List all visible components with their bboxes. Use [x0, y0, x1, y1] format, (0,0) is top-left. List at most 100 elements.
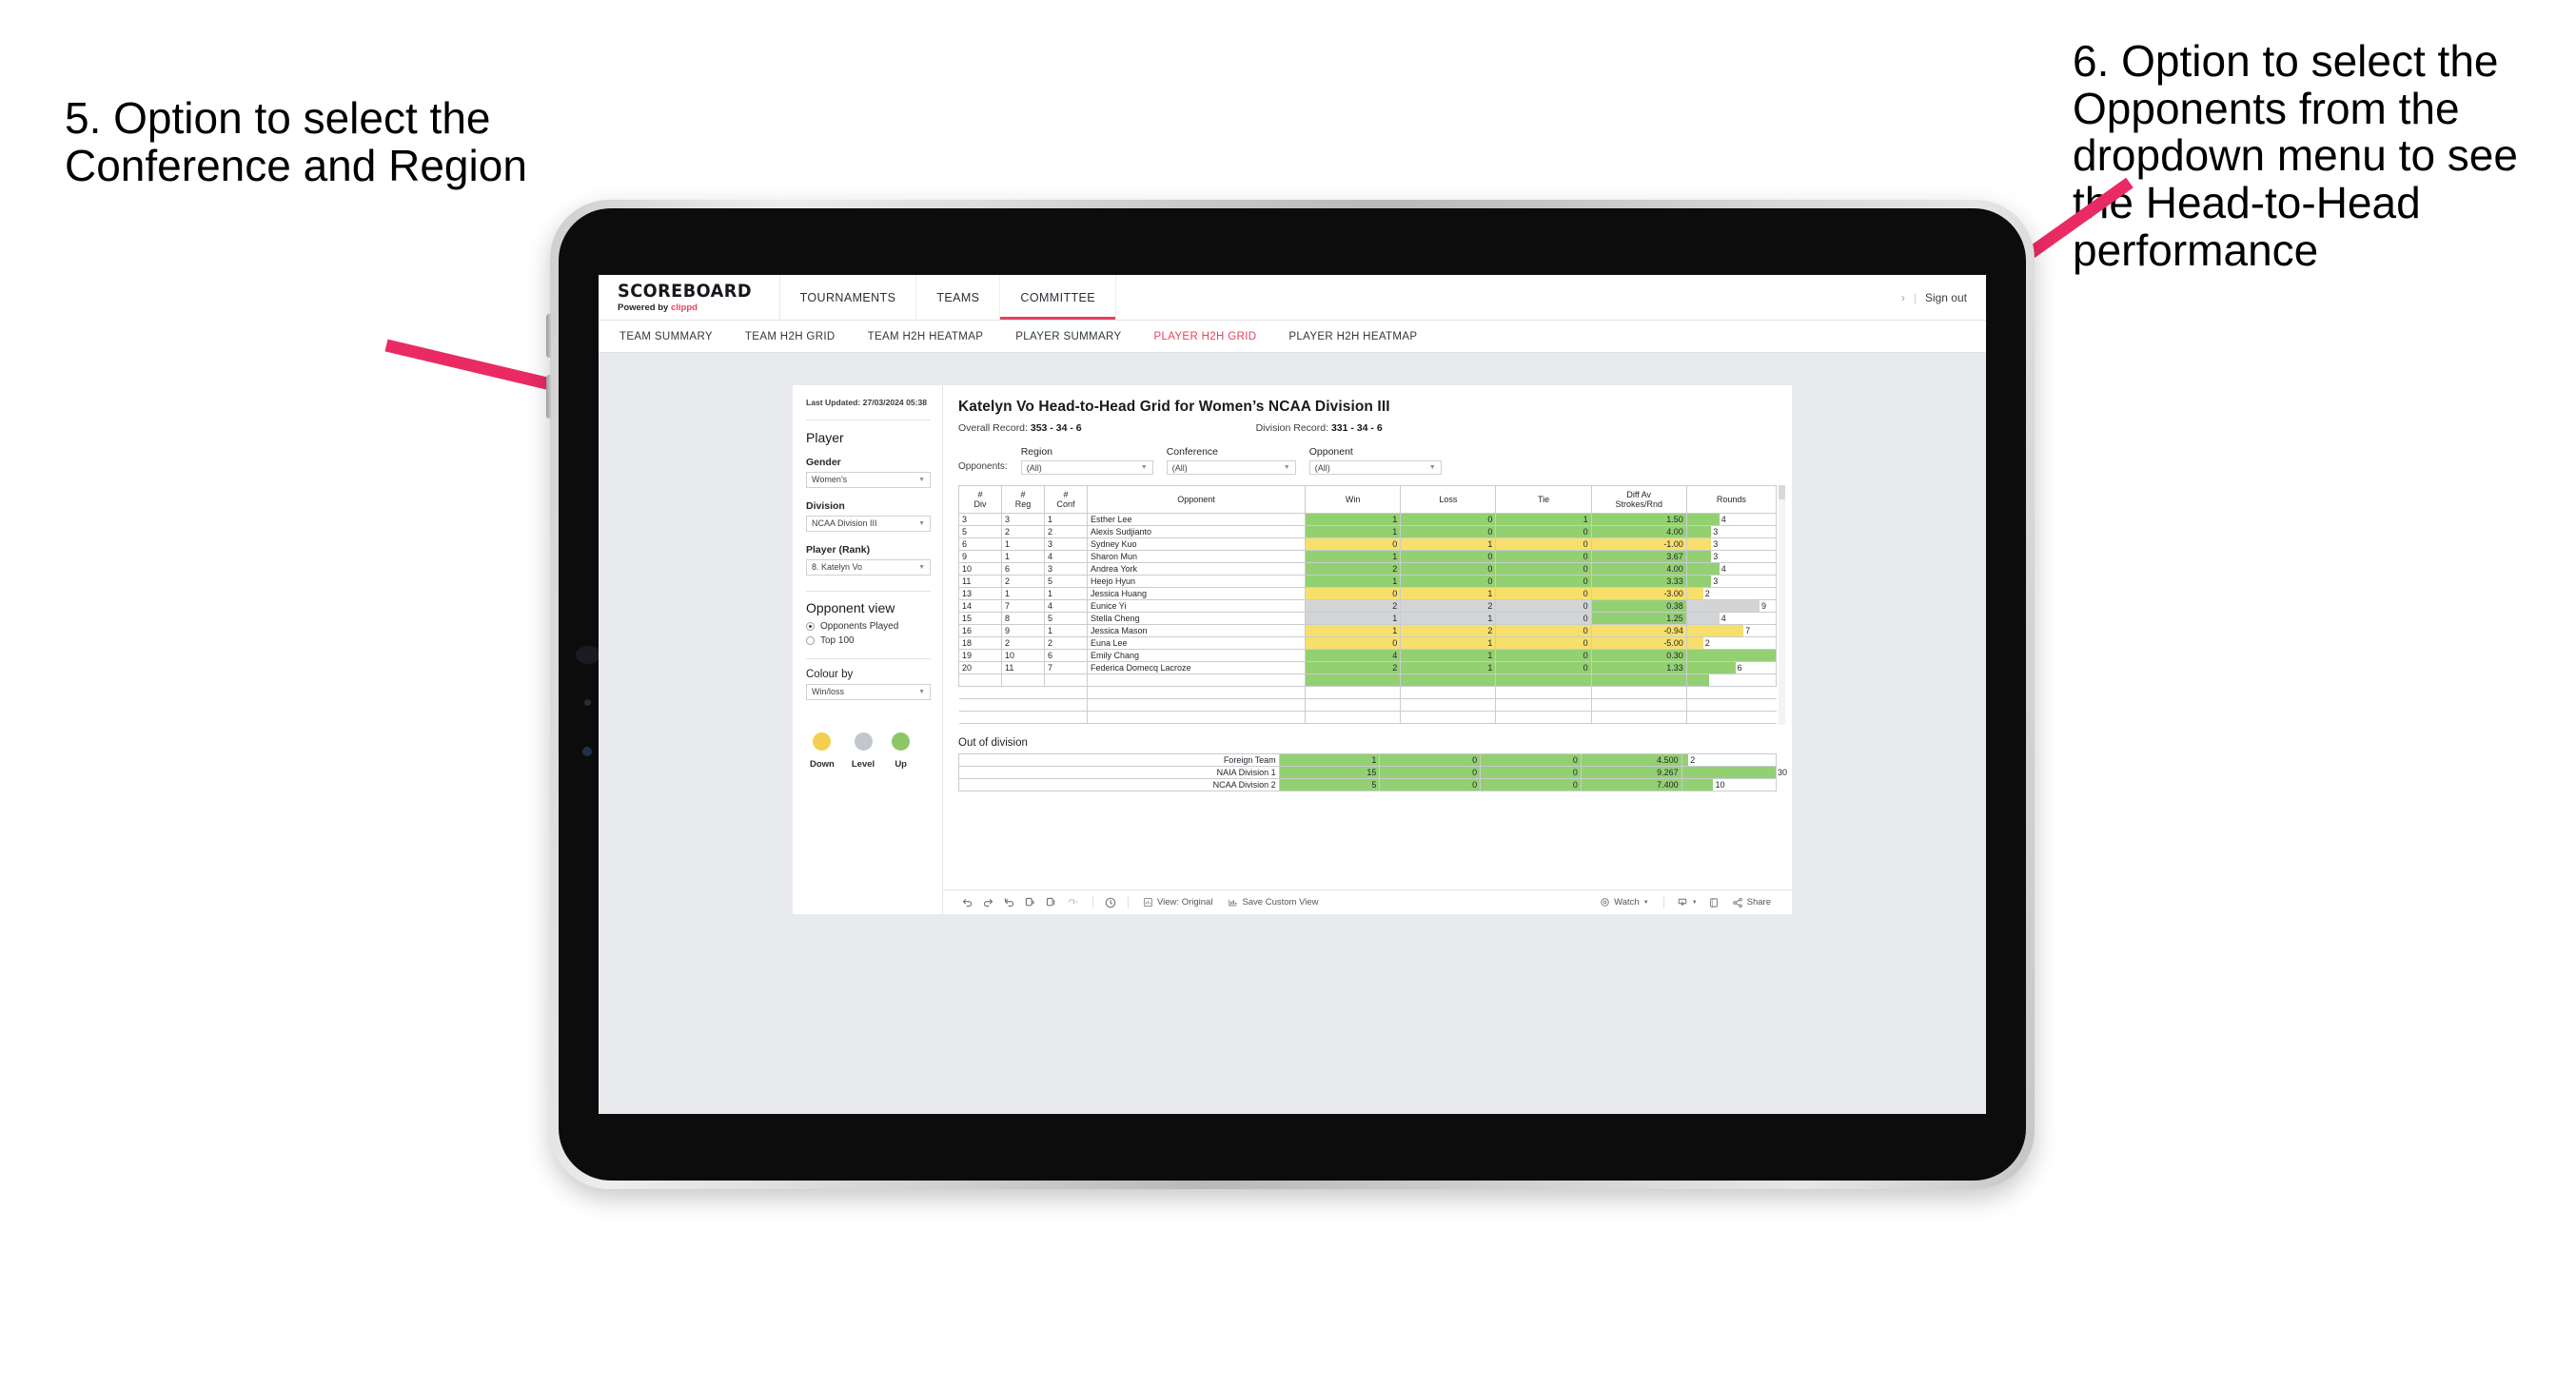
- opponent-select[interactable]: (All) ▼: [1308, 460, 1442, 475]
- fullscreen-icon[interactable]: [1703, 897, 1724, 908]
- colour-by-value: Win/loss: [812, 687, 845, 697]
- pause-auto-update-icon[interactable]: [1100, 896, 1121, 909]
- table-row[interactable]: 14 7 4 Eunice Yi 2 2 0 0.38 9: [958, 599, 1778, 613]
- radio-top-100-label: Top 100: [820, 634, 855, 646]
- table-row[interactable]: 19106Emily Chang4100.3011: [958, 649, 1778, 662]
- ood-cell-name: NAIA Division 1: [958, 765, 1280, 779]
- table-row[interactable]: 5 2 2 Alexis Sudjianto 1 0 0 4.00 3: [958, 525, 1778, 538]
- subnav-team-h2h-grid[interactable]: TEAM H2H GRID: [745, 331, 836, 342]
- legend-dot-down: [813, 732, 832, 751]
- table-row[interactable]: 6 1 3 Sydney Kuo 0 1 0 -1.00 3: [958, 537, 1778, 551]
- nav-teams[interactable]: TEAMS: [916, 275, 1001, 320]
- cell-tie: 0: [1495, 599, 1592, 613]
- subnav-player-h2h-grid[interactable]: PLAYER H2H GRID: [1153, 331, 1256, 342]
- out-of-division-row[interactable]: Foreign Team 1 0 0 4.500 2: [958, 752, 1778, 767]
- cell-conf: 6: [1043, 649, 1088, 662]
- cell-win: 1: [1305, 550, 1402, 563]
- chevron-right-icon[interactable]: ›: [1901, 291, 1905, 304]
- radio-top-100[interactable]: Top 100: [806, 635, 931, 646]
- cell-opponent: Jessica Huang: [1086, 587, 1307, 600]
- pause-icon[interactable]: [1040, 896, 1061, 908]
- logo-wordmark: SCOREBOARD: [618, 280, 753, 302]
- table-row[interactable]: 10 6 3 Andrea York 2 0 0 4.00 4: [958, 562, 1778, 576]
- division-label: Division: [806, 499, 845, 512]
- table-row[interactable]: 15 8 5 Stella Cheng 1 1 0 1.25 4: [958, 612, 1778, 625]
- cell-loss: 1: [1400, 649, 1497, 662]
- undo-icon[interactable]: [956, 896, 977, 908]
- table-row[interactable]: 9 1 4 Sharon Mun 1 0 0 3.67 3: [958, 550, 1778, 563]
- cell-conf: 1: [1043, 587, 1088, 600]
- cell-reg: 2: [1000, 575, 1045, 588]
- table-row[interactable]: 18 2 2 Euna Lee 0 1 0 -5.00 2: [958, 636, 1778, 650]
- watch-button[interactable]: Watch ▼: [1592, 897, 1657, 908]
- cell-loss: 0: [1400, 525, 1497, 538]
- save-custom-view-button[interactable]: Save Custom View: [1220, 897, 1326, 908]
- cell-conf: 7: [1043, 661, 1088, 674]
- cell-tie: 1: [1495, 513, 1592, 526]
- rounds-bar-cell: 4: [1687, 613, 1775, 624]
- table-row[interactable]: 16 9 1 Jessica Mason 1 2 0 -0.94 7: [958, 624, 1778, 637]
- rounds-bar-cell: 2: [1687, 637, 1775, 649]
- chevron-down-icon: ▼: [1140, 464, 1148, 471]
- reset-icon[interactable]: [1061, 896, 1086, 908]
- col-conf: # Conf: [1043, 485, 1088, 514]
- rounds-bar: [1687, 613, 1720, 624]
- division-record: Division Record: 331 - 34 - 6: [1256, 422, 1383, 434]
- out-of-division-row[interactable]: NAIA Division 1 15 0 0 9.267 30: [958, 765, 1787, 779]
- app-logo[interactable]: SCOREBOARD Powered by clippd: [599, 275, 780, 320]
- grid-scrollbar-thumb[interactable]: [1779, 485, 1785, 499]
- gender-select[interactable]: Women’s ▼: [806, 471, 931, 488]
- table-row[interactable]: 20 11 7 Federica Domecq Lacroze 2 1 0 1.33 6: [958, 661, 1778, 674]
- refresh-icon[interactable]: [1019, 896, 1040, 908]
- region-select[interactable]: (All) ▼: [1020, 460, 1153, 475]
- cell-reg: 2: [1000, 525, 1045, 538]
- division-select[interactable]: NCAA Division III ▼: [806, 515, 931, 532]
- player-rank-select[interactable]: 8. Katelyn Vo ▼: [806, 558, 931, 576]
- subnav-team-summary[interactable]: TEAM SUMMARY: [619, 331, 713, 342]
- redo-icon[interactable]: [977, 896, 998, 908]
- download-button[interactable]: ▼: [1671, 897, 1703, 908]
- table-row[interactable]: 3 3 1 Esther Lee 1 0 1 1.50 4: [958, 513, 1778, 526]
- out-of-division-row[interactable]: NCAA Division 2 5 0 0 7.400 10: [958, 777, 1778, 791]
- annotation-left: 5. Option to select the Conference and R…: [65, 93, 527, 190]
- cell-reg: 1: [1000, 537, 1045, 551]
- volume-button-down[interactable]: [546, 375, 552, 419]
- grid-scrollbar[interactable]: [1779, 485, 1785, 725]
- rounds-value: 3: [1713, 576, 1719, 586]
- save-custom-view-label: Save Custom View: [1242, 897, 1319, 908]
- cell-win: 2: [1305, 599, 1402, 613]
- nav-tournaments[interactable]: TOURNAMENTS: [780, 275, 917, 320]
- revert-icon[interactable]: [998, 896, 1019, 908]
- table-row[interactable]: 13 1 1 Jessica Huang 0 1 0 -3.00 2: [958, 587, 1778, 600]
- toolbar-right-group: Watch ▼ ▼ Share: [1592, 896, 1779, 908]
- front-camera-icon: [576, 646, 600, 664]
- cell-win: 1: [1305, 624, 1402, 637]
- ood-cell-loss: 0: [1379, 777, 1482, 791]
- cell-win: 0: [1305, 587, 1402, 600]
- ood-cell-name: Foreign Team: [958, 752, 1280, 767]
- cell-win: 2: [1305, 661, 1402, 674]
- share-button[interactable]: Share: [1724, 897, 1779, 908]
- rounds-value: 3: [1713, 527, 1719, 537]
- nav-committee[interactable]: COMMITTEE: [1000, 275, 1116, 320]
- table-row[interactable]: 11 2 5 Heejo Hyun 1 0 0 3.33 3: [958, 575, 1778, 588]
- sign-out-link[interactable]: Sign out: [1925, 291, 1967, 304]
- rounds-value: 6: [1737, 663, 1742, 673]
- subnav-player-summary[interactable]: PLAYER SUMMARY: [1015, 331, 1121, 342]
- conference-select[interactable]: (All) ▼: [1166, 460, 1296, 475]
- colour-by-select[interactable]: Win/loss ▼: [806, 683, 931, 700]
- subnav-player-h2h-heatmap[interactable]: PLAYER H2H HEATMAP: [1288, 331, 1417, 342]
- gender-label: Gender: [806, 456, 841, 468]
- rounds-bar: [1687, 538, 1712, 550]
- radio-opponents-played[interactable]: Opponents Played: [806, 621, 931, 632]
- sidebar-divider-3: [806, 657, 931, 659]
- ood-rounds-value: 10: [1715, 779, 1725, 790]
- cell-conf: 5: [1043, 575, 1088, 588]
- cell-div: 20: [958, 661, 1002, 674]
- cell-opponent: Sydney Kuo: [1086, 537, 1307, 551]
- volume-button-up[interactable]: [546, 314, 552, 358]
- division-value: NCAA Division III: [812, 518, 877, 529]
- view-original-button[interactable]: View: Original: [1135, 897, 1220, 908]
- cell-opponent: Euna Lee: [1086, 636, 1307, 650]
- subnav-team-h2h-heatmap[interactable]: TEAM H2H HEATMAP: [868, 331, 984, 342]
